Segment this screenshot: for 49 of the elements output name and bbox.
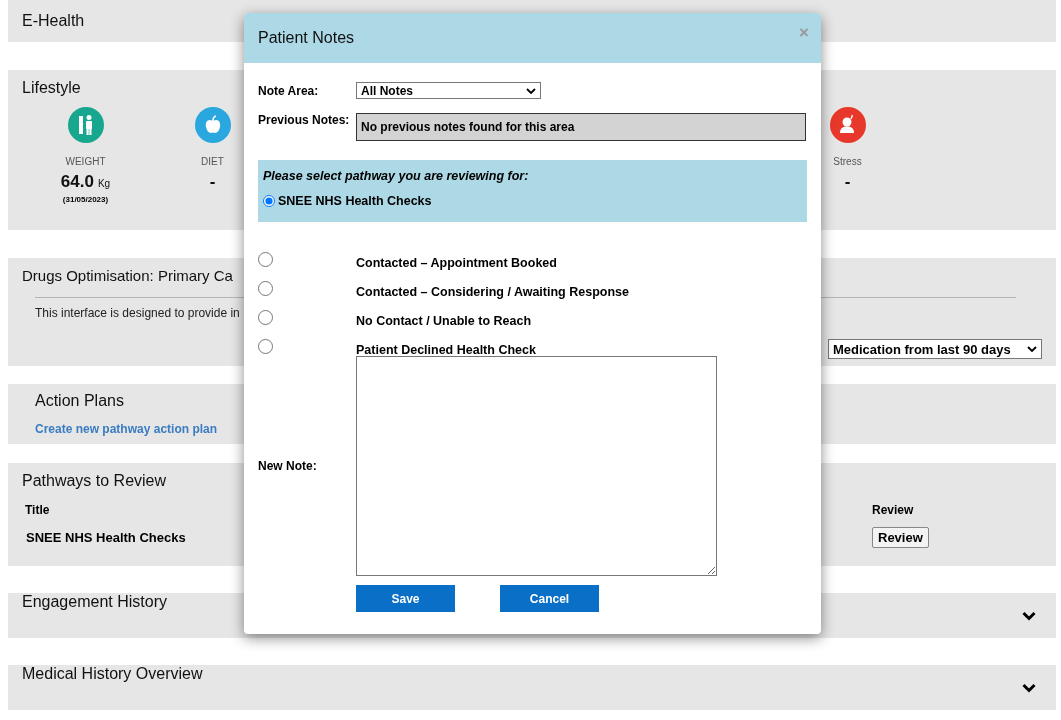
column-header: Review: [871, 503, 914, 517]
description-text: This interface is designed to provide in: [35, 306, 240, 320]
dialog-title: Patient Notes: [258, 29, 355, 47]
radio-button[interactable]: [258, 281, 273, 296]
section-title: Drugs Optimisation: Primary Ca: [22, 267, 233, 284]
pathway-prompt: Please select pathway you are reviewing for:: [263, 169, 530, 183]
table-cell-text: SNEE NHS Health Checks: [25, 530, 186, 545]
caret-icon: [526, 87, 536, 94]
cancel-button[interactable]: Cancel: [500, 585, 599, 612]
section-title: E-Health: [22, 12, 85, 30]
metric-unit: Kg: [97, 178, 111, 189]
radio-label: No Contact / Unable to Reach: [356, 314, 532, 328]
medication-filter-dropdown[interactable]: Medication from last 90 days: [828, 339, 1042, 359]
metric-value: 64.0: [60, 172, 94, 192]
section-title: Lifestyle: [22, 79, 81, 97]
metric-label: WEIGHT: [65, 156, 106, 167]
apple-icon: [194, 107, 231, 143]
metric-value: -: [844, 172, 851, 192]
new-note-field[interactable]: [356, 356, 717, 576]
section-title: Pathways to Review: [22, 472, 167, 490]
metric-date: (31/05/2023): [62, 195, 109, 204]
radio-button[interactable]: [258, 252, 273, 267]
review-button[interactable]: Review: [872, 527, 929, 548]
section-title: Medical History Overview: [22, 665, 203, 683]
column-header: Title: [24, 503, 50, 517]
radio-button[interactable]: [263, 195, 275, 207]
radio-label: Contacted – Considering / Awaiting Response: [356, 285, 629, 299]
radio-label: Patient Declined Health Check: [356, 343, 536, 357]
metric-label: DIET: [201, 156, 224, 167]
previous-notes-field: No previous notes found for this area: [356, 113, 806, 141]
radio-label: Contacted – Appointment Booked: [356, 256, 557, 270]
field-label: New Note:: [258, 459, 318, 473]
height-scale-icon: [67, 107, 104, 143]
field-label: Note Area:: [258, 83, 320, 98]
radio-button[interactable]: [258, 310, 273, 325]
metric-value: -: [209, 172, 216, 192]
caret-icon: [1027, 346, 1037, 352]
section-title: Engagement History: [22, 593, 167, 611]
create-action-plan-link[interactable]: Create new pathway action plan: [35, 422, 218, 436]
save-button[interactable]: Save: [356, 585, 455, 612]
chevron-down-icon[interactable]: [1022, 610, 1036, 621]
metric-label: Stress: [833, 156, 862, 167]
head-icon: [829, 107, 866, 143]
chevron-down-icon[interactable]: [1022, 682, 1036, 693]
radio-button[interactable]: [258, 339, 273, 354]
radio-label: SNEE NHS Health Checks: [278, 194, 432, 208]
section-title: Action Plans: [35, 392, 124, 410]
field-label: Previous Notes:: [258, 113, 351, 127]
note-area-dropdown[interactable]: All Notes: [356, 82, 541, 99]
